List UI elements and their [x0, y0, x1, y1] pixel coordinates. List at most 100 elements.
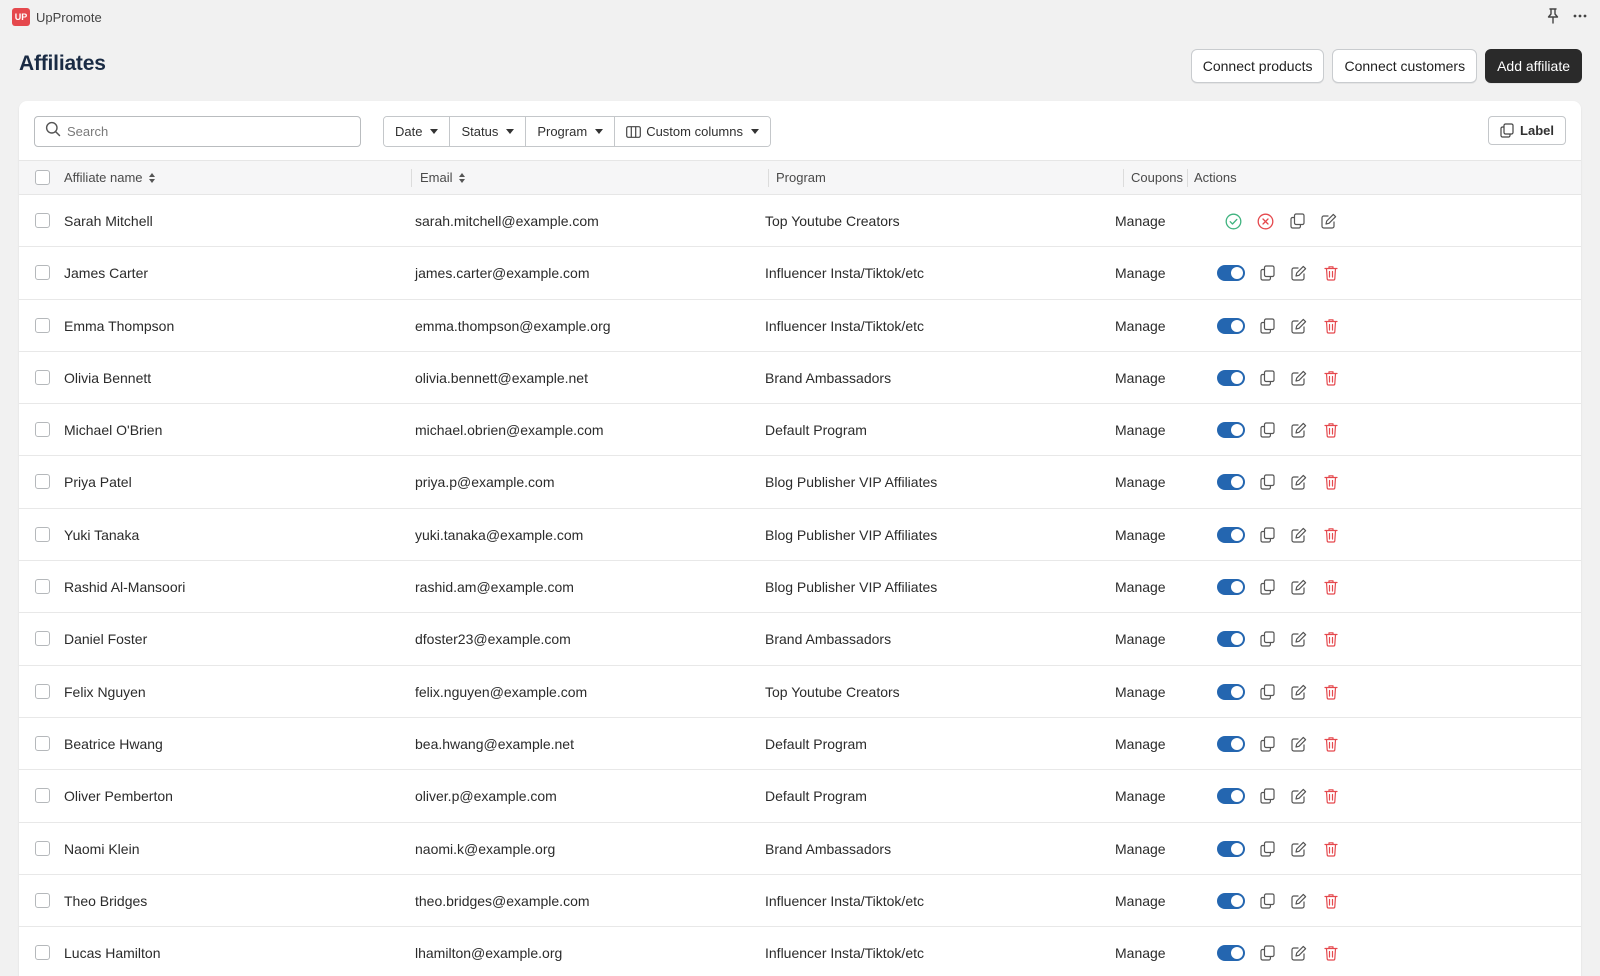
- edit-icon[interactable]: [1283, 833, 1315, 865]
- edit-icon[interactable]: [1283, 937, 1315, 969]
- status-toggle[interactable]: [1217, 317, 1245, 334]
- affiliate-name[interactable]: Daniel Foster: [64, 613, 147, 665]
- manage-coupons-link[interactable]: Manage: [1115, 352, 1166, 404]
- row-checkbox[interactable]: [35, 474, 50, 490]
- delete-icon[interactable]: [1315, 676, 1347, 708]
- row-checkbox[interactable]: [35, 579, 50, 595]
- copy-icon[interactable]: [1251, 466, 1283, 498]
- edit-icon[interactable]: [1283, 310, 1315, 342]
- row-checkbox[interactable]: [35, 526, 50, 542]
- row-checkbox[interactable]: [35, 631, 50, 647]
- status-toggle[interactable]: [1217, 735, 1245, 752]
- copy-icon[interactable]: [1251, 414, 1283, 446]
- edit-icon[interactable]: [1283, 414, 1315, 446]
- delete-icon[interactable]: [1315, 571, 1347, 603]
- status-toggle[interactable]: [1217, 945, 1245, 962]
- edit-icon[interactable]: [1283, 362, 1315, 394]
- status-toggle[interactable]: [1217, 892, 1245, 909]
- affiliate-name[interactable]: Oliver Pemberton: [64, 770, 173, 822]
- row-checkbox[interactable]: [35, 317, 50, 333]
- edit-icon[interactable]: [1283, 466, 1315, 498]
- status-toggle[interactable]: [1217, 369, 1245, 386]
- custom-columns-filter[interactable]: Custom columns: [615, 117, 770, 146]
- row-checkbox[interactable]: [35, 840, 50, 856]
- column-header-email[interactable]: Email: [420, 161, 465, 194]
- delete-icon[interactable]: [1315, 833, 1347, 865]
- edit-icon[interactable]: [1283, 623, 1315, 655]
- status-toggle[interactable]: [1217, 631, 1245, 648]
- edit-icon[interactable]: [1283, 780, 1315, 812]
- affiliate-name[interactable]: James Carter: [64, 247, 148, 299]
- manage-coupons-link[interactable]: Manage: [1115, 404, 1166, 456]
- manage-coupons-link[interactable]: Manage: [1115, 613, 1166, 665]
- delete-icon[interactable]: [1315, 937, 1347, 969]
- manage-coupons-link[interactable]: Manage: [1115, 875, 1166, 927]
- row-checkbox[interactable]: [35, 945, 50, 961]
- copy-icon[interactable]: [1251, 676, 1283, 708]
- copy-icon[interactable]: [1281, 205, 1313, 237]
- status-toggle[interactable]: [1217, 840, 1245, 857]
- pin-icon[interactable]: [1546, 8, 1560, 24]
- copy-icon[interactable]: [1251, 833, 1283, 865]
- edit-icon[interactable]: [1283, 519, 1315, 551]
- delete-icon[interactable]: [1315, 362, 1347, 394]
- more-options-icon[interactable]: [1572, 8, 1588, 24]
- date-filter[interactable]: Date: [384, 117, 451, 146]
- affiliate-name[interactable]: Yuki Tanaka: [64, 509, 139, 561]
- search-box[interactable]: [34, 116, 361, 147]
- row-checkbox[interactable]: [35, 422, 50, 438]
- delete-icon[interactable]: [1315, 519, 1347, 551]
- manage-coupons-link[interactable]: Manage: [1115, 300, 1166, 352]
- manage-coupons-link[interactable]: Manage: [1115, 718, 1166, 770]
- label-button[interactable]: Label: [1488, 116, 1566, 145]
- delete-icon[interactable]: [1315, 257, 1347, 289]
- row-checkbox[interactable]: [35, 735, 50, 751]
- copy-icon[interactable]: [1251, 623, 1283, 655]
- affiliate-name[interactable]: Michael O'Brien: [64, 404, 162, 456]
- row-checkbox[interactable]: [35, 265, 50, 281]
- affiliate-name[interactable]: Lucas Hamilton: [64, 927, 161, 976]
- copy-icon[interactable]: [1251, 257, 1283, 289]
- affiliate-name[interactable]: Priya Patel: [64, 456, 132, 508]
- delete-icon[interactable]: [1315, 414, 1347, 446]
- row-checkbox[interactable]: [35, 369, 50, 385]
- manage-coupons-link[interactable]: Manage: [1115, 456, 1166, 508]
- edit-icon[interactable]: [1313, 205, 1345, 237]
- affiliate-name[interactable]: Sarah Mitchell: [64, 195, 153, 247]
- affiliate-name[interactable]: Felix Nguyen: [64, 666, 146, 718]
- copy-icon[interactable]: [1251, 885, 1283, 917]
- row-checkbox[interactable]: [35, 892, 50, 908]
- status-toggle[interactable]: [1217, 788, 1245, 805]
- status-toggle[interactable]: [1217, 422, 1245, 439]
- search-input[interactable]: [67, 124, 347, 139]
- copy-icon[interactable]: [1251, 780, 1283, 812]
- approve-icon[interactable]: [1217, 205, 1249, 237]
- copy-icon[interactable]: [1251, 362, 1283, 394]
- delete-icon[interactable]: [1315, 728, 1347, 760]
- affiliate-name[interactable]: Beatrice Hwang: [64, 718, 163, 770]
- status-toggle[interactable]: [1217, 265, 1245, 282]
- delete-icon[interactable]: [1315, 780, 1347, 812]
- manage-coupons-link[interactable]: Manage: [1115, 509, 1166, 561]
- manage-coupons-link[interactable]: Manage: [1115, 247, 1166, 299]
- status-toggle[interactable]: [1217, 683, 1245, 700]
- delete-icon[interactable]: [1315, 885, 1347, 917]
- manage-coupons-link[interactable]: Manage: [1115, 561, 1166, 613]
- copy-icon[interactable]: [1251, 571, 1283, 603]
- add-affiliate-button[interactable]: Add affiliate: [1485, 49, 1582, 83]
- select-all-checkbox[interactable]: [35, 170, 50, 185]
- manage-coupons-link[interactable]: Manage: [1115, 823, 1166, 875]
- affiliate-name[interactable]: Olivia Bennett: [64, 352, 151, 404]
- manage-coupons-link[interactable]: Manage: [1115, 927, 1166, 976]
- manage-coupons-link[interactable]: Manage: [1115, 195, 1166, 247]
- status-toggle[interactable]: [1217, 474, 1245, 491]
- manage-coupons-link[interactable]: Manage: [1115, 666, 1166, 718]
- row-checkbox[interactable]: [35, 788, 50, 804]
- delete-icon[interactable]: [1315, 310, 1347, 342]
- program-filter[interactable]: Program: [526, 117, 616, 146]
- edit-icon[interactable]: [1283, 885, 1315, 917]
- affiliate-name[interactable]: Theo Bridges: [64, 875, 147, 927]
- edit-icon[interactable]: [1283, 676, 1315, 708]
- column-header-name[interactable]: Affiliate name: [64, 161, 155, 194]
- copy-icon[interactable]: [1251, 728, 1283, 760]
